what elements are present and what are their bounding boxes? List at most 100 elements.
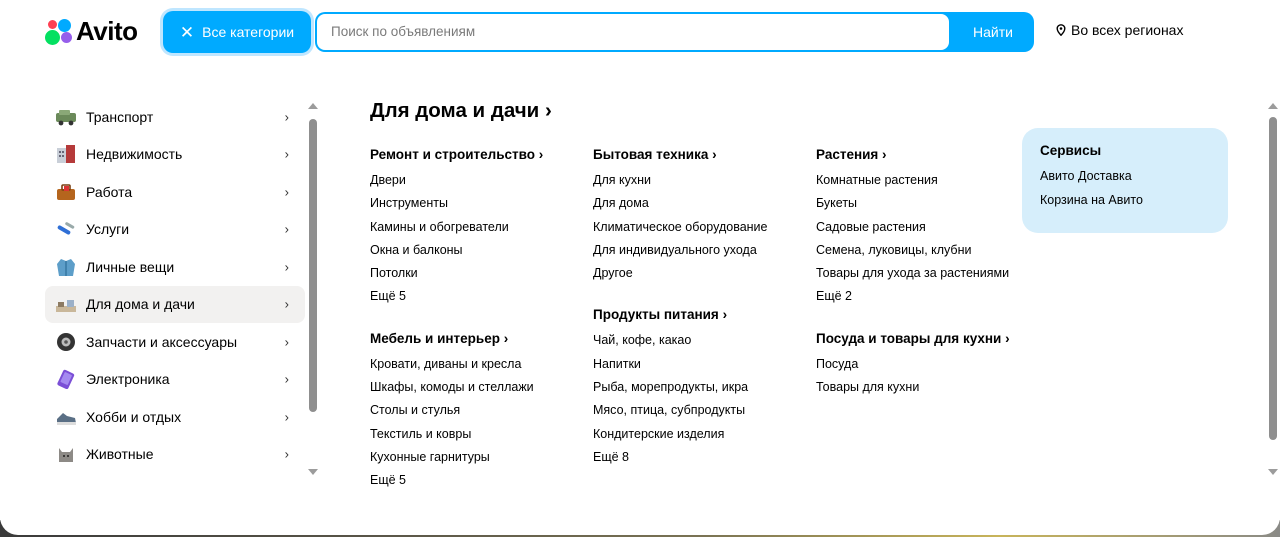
subcategory-link[interactable]: Ещё 8 bbox=[593, 446, 808, 469]
category-title[interactable]: Для дома и дачи › bbox=[370, 99, 552, 123]
region-label: Во всех регионах bbox=[1071, 22, 1184, 38]
subcategory-link[interactable]: Мясо, птица, субпродукты bbox=[593, 399, 808, 422]
search-input[interactable]: Поиск по объявлениям bbox=[317, 14, 949, 50]
subcategory-link[interactable]: Ещё 5 bbox=[370, 285, 585, 308]
subcategory-link[interactable]: Для кухни bbox=[593, 169, 808, 192]
subcategory-link[interactable]: Инструменты bbox=[370, 192, 585, 215]
subcategory-link[interactable]: Кондитерские изделия bbox=[593, 423, 808, 446]
subcategory-link[interactable]: Букеты bbox=[816, 192, 1011, 215]
chevron-right-icon: › bbox=[284, 259, 289, 275]
location-pin-icon bbox=[1056, 24, 1066, 36]
subcategory-link[interactable]: Двери bbox=[370, 169, 585, 192]
subcategory-column-2: Бытовая техника › Для кухни Для дома Климат… bbox=[593, 144, 808, 469]
chevron-right-icon: › bbox=[535, 147, 544, 162]
tools-icon bbox=[55, 219, 77, 239]
search-button[interactable]: Найти bbox=[952, 12, 1034, 52]
sidebar-item[interactable]: Работа › bbox=[45, 173, 305, 211]
logo-dots-icon bbox=[45, 17, 73, 45]
subcategory-title[interactable]: Бытовая техника › bbox=[593, 144, 808, 165]
subcategory-link[interactable]: Семена, луковицы, клубни bbox=[816, 239, 1011, 262]
subcategory-link[interactable]: Напитки bbox=[593, 353, 808, 376]
subcategory-link[interactable]: Кровати, диваны и кресла bbox=[370, 353, 585, 376]
chevron-right-icon: › bbox=[708, 147, 717, 162]
subcategory-title[interactable]: Ремонт и строительство › bbox=[370, 144, 585, 165]
subcategory-link[interactable]: Садовые растения bbox=[816, 216, 1011, 239]
subcategory-link[interactable]: Рыба, морепродукты, икра bbox=[593, 376, 808, 399]
sidebar-item-label: Запчасти и аксессуары bbox=[86, 333, 238, 350]
sidebar-item[interactable]: Недвижимость › bbox=[45, 136, 305, 174]
subcategory-link[interactable]: Ещё 5 bbox=[370, 469, 585, 492]
chevron-right-icon: › bbox=[499, 330, 509, 346]
building-icon bbox=[55, 144, 77, 164]
sidebar-item[interactable]: Для дома и дачи › bbox=[45, 285, 305, 323]
chevron-right-icon: › bbox=[718, 307, 728, 323]
tire-icon bbox=[55, 332, 77, 352]
sidebar-scroll-up-icon[interactable] bbox=[308, 103, 318, 109]
sidebar-item[interactable]: Личные вещи › bbox=[45, 248, 305, 286]
avito-logo[interactable]: Avito bbox=[45, 16, 138, 46]
category-sidebar: Транспорт › Недвижимость › Работа › Услуги › Лич… bbox=[45, 98, 305, 473]
sidebar-item[interactable]: Транспорт › bbox=[45, 98, 305, 136]
subcategory-link[interactable]: Окна и балконы bbox=[370, 239, 585, 262]
sneaker-icon bbox=[55, 407, 77, 427]
sidebar-item-label: Работа bbox=[86, 183, 133, 200]
subcategory-link[interactable]: Потолки bbox=[370, 262, 585, 285]
sidebar-item-label: Для дома и дачи bbox=[86, 296, 195, 313]
main-scroll-thumb[interactable] bbox=[1269, 117, 1277, 440]
subcategory-group: Растения › Комнатные растения Букеты Садовы… bbox=[816, 144, 1011, 309]
sidebar-item-label: Животные bbox=[86, 446, 154, 463]
search-bar: Поиск по объявлениям Найти bbox=[315, 12, 1034, 52]
subcategory-link[interactable]: Текстиль и ковры bbox=[370, 423, 585, 446]
subcategory-link[interactable]: Посуда bbox=[816, 353, 1011, 376]
sidebar-item-label: Хобби и отдых bbox=[86, 408, 182, 425]
subcategory-title[interactable]: Посуда и товары для кухни › bbox=[816, 328, 1011, 349]
phone-icon bbox=[55, 369, 77, 390]
subcategory-link[interactable]: Столы и стулья bbox=[370, 399, 585, 422]
subcategory-group: Ремонт и строительство › Двери Инструменты… bbox=[370, 144, 585, 309]
chevron-right-icon: › bbox=[878, 147, 887, 162]
subcategory-link[interactable]: Другое bbox=[593, 262, 808, 285]
sidebar-item-label: Личные вещи bbox=[86, 258, 175, 275]
chevron-right-icon: › bbox=[284, 371, 289, 387]
subcategory-title[interactable]: Растения › bbox=[816, 144, 1011, 165]
sidebar-item[interactable]: Услуги › bbox=[45, 211, 305, 249]
subcategory-link[interactable]: Товары для кухни bbox=[816, 376, 1011, 399]
all-categories-label: Все категории bbox=[202, 24, 295, 40]
subcategory-link[interactable]: Товары для ухода за растениями bbox=[816, 262, 1011, 285]
sidebar-item-label: Транспорт bbox=[86, 108, 154, 125]
sidebar-item[interactable]: Запчасти и аксессуары › bbox=[45, 323, 305, 361]
main-scroll-up-icon[interactable] bbox=[1268, 103, 1278, 109]
house-items-icon bbox=[55, 294, 77, 314]
subcategory-link[interactable]: Климатическое оборудование bbox=[593, 216, 808, 239]
service-link-delivery[interactable]: Авито Доставка bbox=[1040, 164, 1210, 188]
subcategory-link[interactable]: Чай, кофе, какао bbox=[593, 329, 808, 352]
category-title-text: Для дома и дачи bbox=[370, 99, 540, 122]
subcategory-link[interactable]: Комнатные растения bbox=[816, 169, 1011, 192]
logo-text: Avito bbox=[76, 15, 138, 46]
subcategory-title[interactable]: Продукты питания › bbox=[593, 304, 808, 325]
service-link-cart[interactable]: Корзина на Авито bbox=[1040, 188, 1210, 212]
subcategory-title-text: Ремонт и строительство bbox=[370, 147, 536, 162]
subcategory-column-3: Растения › Комнатные растения Букеты Садовы… bbox=[816, 144, 1011, 399]
subcategory-column-1: Ремонт и строительство › Двери Инструменты… bbox=[370, 144, 585, 493]
subcategory-link[interactable]: Ещё 2 bbox=[816, 285, 1011, 308]
sidebar-item[interactable]: Животные › bbox=[45, 436, 305, 474]
subcategory-link[interactable]: Шкафы, комоды и стеллажи bbox=[370, 376, 585, 399]
region-selector[interactable]: Во всех регионах bbox=[1056, 22, 1183, 38]
main-scroll-down-icon[interactable] bbox=[1268, 469, 1278, 475]
sidebar-scroll-thumb[interactable] bbox=[309, 119, 317, 412]
chevron-right-icon: › bbox=[284, 184, 289, 200]
briefcase-icon bbox=[55, 182, 77, 202]
sidebar-item[interactable]: Электроника › bbox=[45, 361, 305, 399]
sidebar-scroll-down-icon[interactable] bbox=[308, 469, 318, 475]
subcategory-title[interactable]: Мебель и интерьер › bbox=[370, 328, 585, 349]
subcategory-link[interactable]: Кухонные гарнитуры bbox=[370, 446, 585, 469]
subcategory-link[interactable]: Для дома bbox=[593, 192, 808, 215]
subcategory-link[interactable]: Камины и обогреватели bbox=[370, 216, 585, 239]
chevron-right-icon: › bbox=[284, 221, 289, 237]
all-categories-button[interactable]: ✕ Все категории bbox=[163, 11, 311, 53]
chevron-right-icon: › bbox=[284, 409, 289, 425]
sidebar-item[interactable]: Хобби и отдых › bbox=[45, 398, 305, 436]
subcategory-link[interactable]: Для индивидуального ухода bbox=[593, 239, 808, 262]
sidebar-item-label: Электроника bbox=[86, 371, 170, 388]
